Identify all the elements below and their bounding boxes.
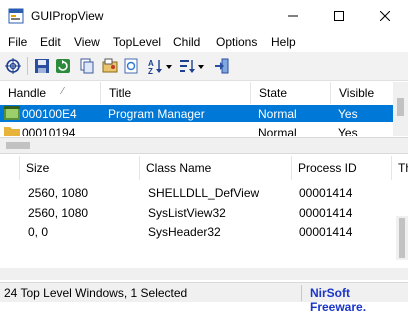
splitter-bar[interactable] [0, 137, 408, 154]
cell-class-name: SysHeader32 [148, 225, 221, 239]
menu-view[interactable]: View [74, 35, 100, 49]
cell-title: Program Manager [108, 107, 205, 121]
toolbar-separator [27, 57, 28, 75]
close-button[interactable] [362, 0, 408, 32]
toolbar: A Z [0, 52, 408, 81]
cell-visible: Yes [338, 126, 358, 136]
target-finder-button[interactable] [4, 57, 22, 75]
cell-state: Normal [258, 126, 297, 136]
table-row[interactable]: 000100E4 Program Manager Normal Yes [0, 105, 393, 122]
cell-process-id: 00001414 [299, 225, 353, 239]
table-row[interactable]: 0, 0 SysHeader32 00001414 [0, 223, 408, 243]
exit-button[interactable] [213, 57, 231, 75]
refresh-icon [56, 59, 70, 73]
cell-class-name: SHELLDLL_DefView [148, 186, 260, 200]
cell-size: 0, 0 [28, 225, 49, 239]
horizontal-scrollbar[interactable] [0, 268, 408, 280]
menu-child[interactable]: Child [173, 35, 200, 49]
app-icon [8, 8, 24, 24]
cell-handle: 00010194 [22, 126, 76, 136]
menu-help[interactable]: Help [271, 35, 296, 49]
column-header-blank [0, 156, 20, 180]
column-header-thread[interactable]: Th [392, 156, 408, 180]
properties-button[interactable] [101, 57, 119, 75]
nirsoft-link[interactable]: NirSoft Freeware. [310, 286, 408, 314]
cell-process-id: 00001414 [299, 206, 353, 220]
column-header-handle[interactable]: Handle ⁄ [0, 82, 101, 104]
maximize-button[interactable] [316, 0, 362, 32]
save-icon [35, 59, 49, 73]
sort-indicator-icon: ⁄ [62, 86, 64, 97]
column-header-state[interactable]: State [251, 82, 331, 104]
crosshair-icon [5, 58, 21, 74]
window-icon [4, 106, 20, 120]
status-divider [301, 285, 302, 301]
column-header-process-id[interactable]: Process ID [292, 156, 392, 180]
copy-button[interactable] [78, 57, 96, 75]
sort-options-button[interactable] [180, 57, 206, 75]
column-header-visible[interactable]: Visible [331, 82, 393, 104]
sort-az-icon: A Z [148, 59, 172, 74]
table-row[interactable]: 2560, 1080 SHELLDLL_DefView 00001414 [0, 184, 408, 204]
menu-bar: File Edit View TopLevel Child Options He… [0, 32, 408, 52]
svg-text:Z: Z [148, 67, 153, 74]
properties-icon [102, 58, 118, 73]
save-button[interactable] [33, 57, 51, 75]
title-bar[interactable]: GUIPropView [0, 0, 408, 32]
scrollbar-thumb[interactable] [397, 98, 404, 116]
top-level-windows-list[interactable]: Handle ⁄ Title State Visible 000100E4 Pr… [0, 82, 408, 136]
cell-process-id: 00001414 [299, 186, 353, 200]
refresh-button[interactable] [54, 57, 72, 75]
menu-file[interactable]: File [8, 35, 27, 49]
cell-class-name: SysListView32 [148, 206, 226, 220]
table-row[interactable]: 00010194 Normal Yes [0, 123, 393, 136]
scrollbar-thumb[interactable] [399, 218, 405, 258]
copy-icon [80, 58, 94, 74]
minimize-button[interactable] [270, 0, 316, 32]
report-icon [124, 58, 138, 74]
sort-options-icon [180, 60, 204, 73]
status-bar: 24 Top Level Windows, 1 Selected NirSoft… [0, 282, 408, 314]
vertical-scrollbar[interactable] [393, 82, 408, 136]
cell-visible: Yes [338, 107, 358, 121]
column-header-label: Handle [8, 86, 47, 100]
cell-handle: 000100E4 [22, 107, 77, 121]
horizontal-scrollbar-thumb[interactable] [6, 142, 30, 149]
close-icon [380, 11, 390, 21]
cell-state: Normal [258, 107, 297, 121]
status-text: 24 Top Level Windows, 1 Selected [4, 286, 188, 300]
menu-options[interactable]: Options [216, 35, 257, 49]
table-row[interactable]: 2560, 1080 SysListView32 00001414 [0, 204, 408, 224]
sort-button[interactable]: A Z [148, 57, 174, 75]
child-windows-list[interactable]: Size Class Name Process ID Th 2560, 1080… [0, 156, 408, 280]
column-header-class-name[interactable]: Class Name [140, 156, 292, 180]
maximize-icon [334, 11, 344, 21]
exit-icon [215, 58, 229, 74]
folder-icon [4, 127, 20, 136]
vertical-scrollbar[interactable] [396, 216, 408, 260]
menu-edit[interactable]: Edit [40, 35, 61, 49]
menu-toplevel[interactable]: TopLevel [113, 35, 161, 49]
html-report-button[interactable] [122, 57, 140, 75]
column-header-size[interactable]: Size [20, 156, 140, 180]
column-header-title[interactable]: Title [101, 82, 251, 104]
cell-size: 2560, 1080 [28, 186, 89, 200]
cell-size: 2560, 1080 [28, 206, 89, 220]
minimize-icon [288, 15, 298, 17]
window-title: GUIPropView [31, 9, 104, 23]
